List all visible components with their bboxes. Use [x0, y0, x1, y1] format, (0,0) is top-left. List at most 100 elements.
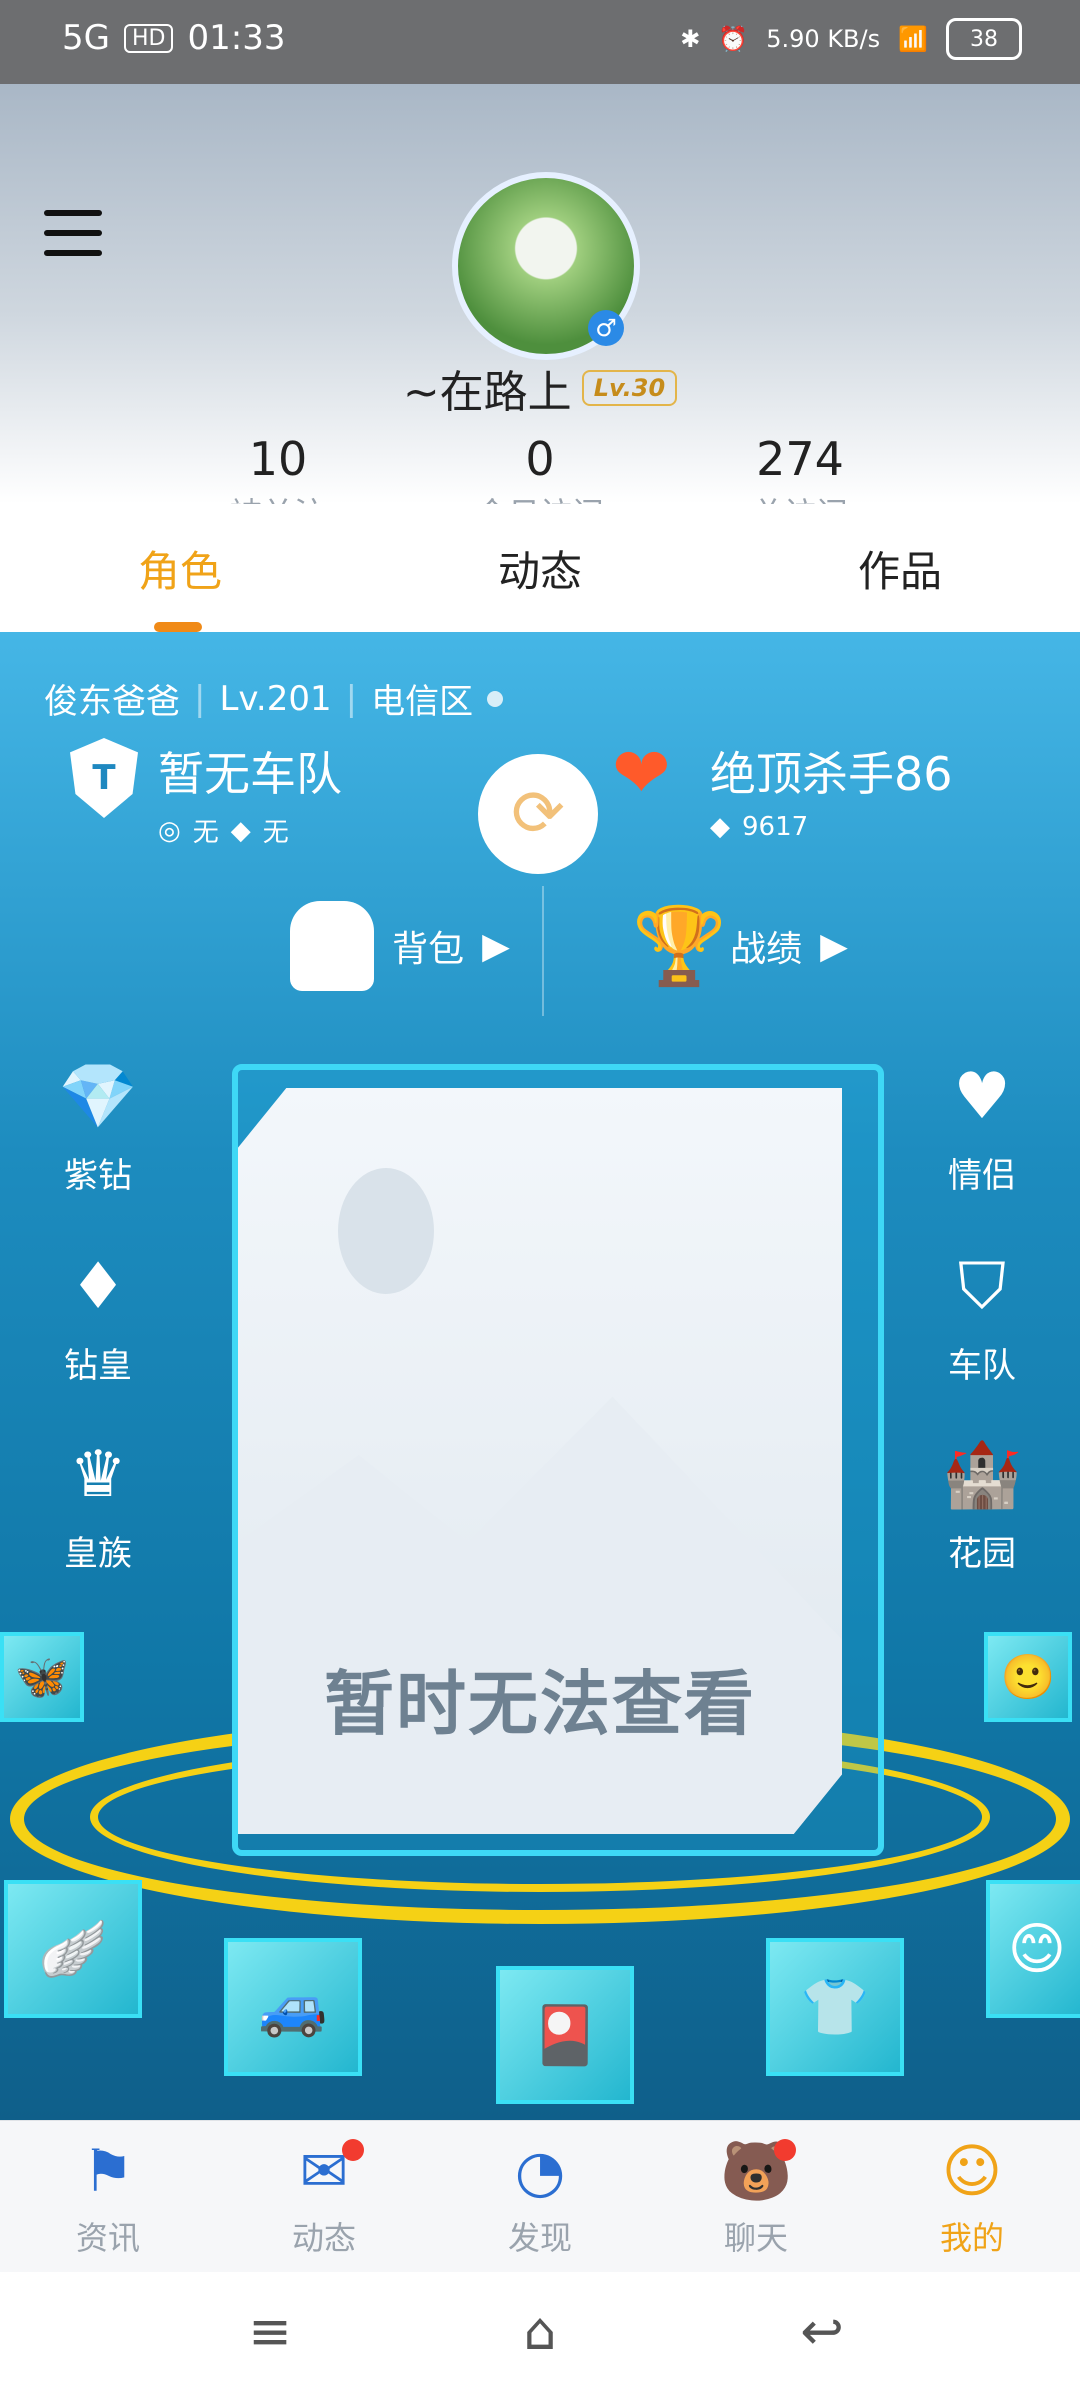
side-item-label: 皇族	[64, 1534, 132, 1574]
diamond-icon: 💎	[58, 1060, 138, 1134]
side-item-garden[interactable]: 🏰 花园	[912, 1440, 1052, 1575]
nav-dynamic[interactable]: ✉ 动态	[216, 2121, 432, 2273]
heart-crown-icon: ❤	[612, 732, 671, 814]
killer-title: 绝顶杀手86	[710, 747, 953, 801]
diamond-small-icon: ◆	[710, 812, 730, 842]
heart-crown-icon: ♥	[953, 1060, 1011, 1134]
side-item-label: 紫钻	[64, 1156, 132, 1196]
nav-label: 动态	[291, 2219, 356, 2257]
side-item-label: 钻皇	[64, 1346, 132, 1386]
stat-value: 0	[525, 432, 555, 486]
tab-works[interactable]: 作品	[720, 504, 1080, 632]
backpack-icon	[290, 901, 375, 991]
home-icon[interactable]: ⌂	[500, 2302, 580, 2362]
role-image-placeholder: 暂时无法查看	[238, 1088, 842, 1834]
separator: |	[345, 678, 358, 719]
role-name: 俊东爸爸	[44, 682, 180, 722]
placeholder-mountains	[238, 1396, 842, 1834]
backpack-button[interactable]: 背包 ▶	[250, 886, 550, 1006]
nav-discover[interactable]: ◔ 发现	[432, 2121, 648, 2273]
level-badge: Lv.30	[581, 370, 678, 406]
stat-total-visits[interactable]: 274 总访问	[690, 434, 910, 504]
play-arrow-icon: ▶	[820, 925, 848, 967]
toolbar-divider	[542, 886, 544, 1016]
diamond-crown-icon: ♦	[69, 1250, 127, 1324]
side-item-couple[interactable]: ♥ 情侣	[912, 1062, 1052, 1197]
item-slot-shirt[interactable]: 👕	[766, 1938, 904, 2076]
tab-role[interactable]: 角色	[0, 504, 360, 632]
role-level: Lv.201	[219, 678, 332, 719]
flag-icon: ⚑	[82, 2137, 134, 2205]
menu-icon[interactable]	[44, 210, 102, 258]
trophy-icon: 🏆	[632, 901, 727, 990]
steering-wheel-icon: ◎	[158, 815, 181, 846]
notification-dot	[342, 2139, 364, 2161]
card-status-text: 暂时无法查看	[324, 1663, 756, 1745]
team-shield-icon: ⛉	[958, 1250, 1006, 1324]
killer-block[interactable]: ❤ 绝顶杀手86 ◆ 9617	[612, 738, 953, 842]
side-item-label: 车队	[948, 1346, 1016, 1386]
item-slot-feather[interactable]: 🪽	[4, 1880, 142, 2018]
team-shield-icon: T	[70, 738, 138, 818]
bluetooth-icon: ✱	[680, 25, 701, 53]
recent-apps-icon[interactable]: ≡	[230, 2302, 310, 2362]
refresh-button[interactable]: ⟳	[478, 754, 598, 874]
nav-news[interactable]: ⚑ 资讯	[0, 2121, 216, 2273]
profile-header: ♂ ~在路上 Lv.30 10 被关注 0 今日访问 274 总访问	[0, 84, 1080, 504]
bottom-nav: ⚑ 资讯 ✉ 动态 ◔ 发现 🐻 聊天 ☺ 我的	[0, 2120, 1080, 2273]
team-title: 暂无车队	[158, 747, 342, 801]
nav-label: 资讯	[75, 2219, 140, 2257]
stat-today-visits[interactable]: 0 今日访问	[430, 434, 650, 504]
notification-dot	[774, 2139, 796, 2161]
nav-chat[interactable]: 🐻 聊天	[648, 2121, 864, 2273]
game-role-panel: 俊东爸爸 | Lv.201 | 电信区 T 暂无车队 ◎ 无 ◆ 无 ⟳ ❤ 绝…	[0, 632, 1080, 2120]
castle-icon: 🏰	[942, 1438, 1022, 1512]
nav-mine[interactable]: ☺ 我的	[864, 2121, 1080, 2273]
status-bar: 5G HD 01:33 ✱ ⏰ 5.90 KB/s 📶 38	[0, 0, 1080, 84]
hd-indicator: HD	[123, 23, 174, 53]
backpack-label: 背包	[392, 929, 465, 970]
active-tab-indicator	[154, 622, 202, 632]
item-slot-avatar[interactable]: 😊	[986, 1880, 1080, 2018]
side-item-royalty[interactable]: ♛ 皇族	[28, 1440, 168, 1575]
play-arrow-icon: ▶	[482, 925, 510, 967]
back-icon[interactable]: ↩	[782, 2302, 862, 2362]
stat-label: 今日访问	[430, 489, 650, 504]
system-nav: ≡ ⌂ ↩	[0, 2272, 1080, 2400]
side-item-label: 花园	[948, 1534, 1016, 1574]
status-time: 01:33	[187, 18, 286, 58]
crown-icon: ♛	[69, 1438, 127, 1512]
side-item-purple-diamond[interactable]: 💎 紫钻	[28, 1062, 168, 1197]
item-slot-face[interactable]: 🙂	[984, 1632, 1072, 1722]
network-indicator: 5G	[62, 18, 110, 58]
stat-value: 10	[248, 432, 308, 486]
placeholder-moon	[338, 1168, 434, 1294]
nav-label: 发现	[507, 2219, 572, 2257]
stat-label: 被关注	[168, 489, 388, 504]
male-gender-icon: ♂	[588, 310, 624, 346]
stat-label: 总访问	[690, 489, 910, 504]
stat-followers[interactable]: 10 被关注	[168, 434, 388, 504]
network-speed: 5.90 KB/s	[766, 25, 881, 53]
wifi-icon: 📶	[898, 25, 928, 53]
separator: |	[194, 678, 206, 719]
side-item-team[interactable]: ⛉ 车队	[912, 1252, 1052, 1387]
speedometer-icon: ◔	[514, 2137, 566, 2205]
nickname: ~在路上	[402, 367, 572, 418]
record-label: 战绩	[730, 929, 803, 970]
side-item-diamond-king[interactable]: ♦ 钻皇	[28, 1252, 168, 1387]
role-info: 俊东爸爸 | Lv.201 | 电信区	[44, 674, 504, 723]
item-slot-wing[interactable]: 🦋	[0, 1632, 84, 1722]
tab-feed[interactable]: 动态	[360, 504, 720, 632]
role-toolbar: 背包 ▶ 🏆 战绩 ▶	[0, 886, 1080, 1006]
item-slot-car[interactable]: 🚙	[224, 1938, 362, 2076]
alarm-icon: ⏰	[718, 25, 749, 53]
team-meta-right: 无	[262, 818, 289, 848]
item-slot-card[interactable]: 🎴	[496, 1966, 634, 2104]
team-block[interactable]: T 暂无车队 ◎ 无 ◆ 无	[70, 738, 342, 849]
server-status-dot	[487, 690, 504, 707]
record-button[interactable]: 🏆 战绩 ▶	[590, 886, 890, 1006]
team-meta-left: 无	[192, 818, 219, 848]
side-item-label: 情侣	[948, 1156, 1016, 1196]
server-name: 电信区	[371, 682, 474, 722]
